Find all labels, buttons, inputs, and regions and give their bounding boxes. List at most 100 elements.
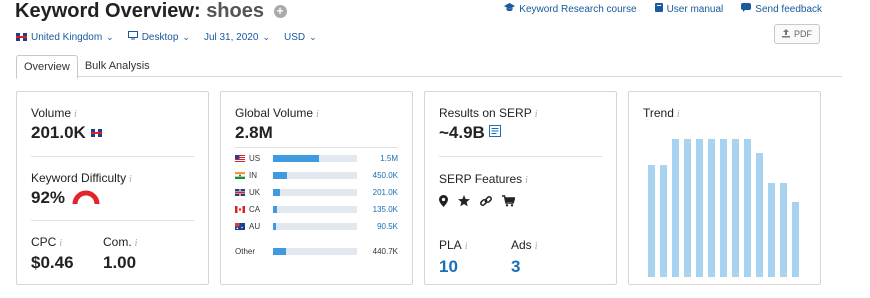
serp-snapshot-icon[interactable] — [488, 124, 501, 142]
star-icon[interactable] — [458, 195, 470, 207]
country-row-uk: UK 201.0K — [235, 187, 400, 197]
country-dropdown[interactable]: United Kingdom ⌄ — [16, 31, 114, 43]
country-volume: 450.0K — [372, 170, 398, 180]
trend-bar — [792, 202, 799, 277]
info-icon[interactable]: i — [129, 174, 132, 185]
info-icon[interactable]: i — [59, 238, 62, 249]
country-row-ca: CA 135.0K — [235, 204, 400, 214]
cart-icon[interactable] — [502, 195, 515, 207]
info-icon[interactable]: i — [135, 238, 138, 249]
volume-share-bar — [273, 247, 357, 255]
volume-share-fill — [273, 222, 277, 230]
device-value: Desktop — [141, 31, 179, 43]
cpc-label-row: CPC i — [31, 235, 62, 249]
cpc-value: $0.46 — [31, 253, 74, 272]
trend-bar — [756, 152, 763, 277]
info-icon[interactable]: i — [316, 109, 319, 120]
country-code: CA — [249, 204, 261, 214]
chevron-down-icon: ⌄ — [262, 31, 270, 42]
country-code: US — [249, 153, 261, 163]
uk-flag-icon — [16, 33, 27, 41]
cpc-label: CPC — [31, 235, 57, 249]
keyword-difficulty-label: Keyword Difficulty — [31, 171, 127, 185]
currency-dropdown[interactable]: USD ⌄ — [284, 31, 317, 43]
uk-flag-icon — [90, 129, 102, 137]
ads-label-row: Ads i — [511, 238, 537, 252]
map-pin-icon[interactable] — [439, 195, 448, 207]
device-dropdown[interactable]: Desktop ⌄ — [127, 31, 190, 43]
trend-bar — [696, 139, 703, 277]
keyword-research-course-link[interactable]: Keyword Research course — [504, 3, 637, 15]
info-icon[interactable]: i — [535, 241, 538, 252]
trend-bar — [744, 139, 751, 277]
competition-label: Com. — [103, 235, 132, 249]
canada-flag-icon — [235, 205, 245, 213]
trend-label: Trend — [643, 106, 674, 120]
country-row-us: US 1.5M — [235, 153, 400, 163]
title-prefix: Keyword Overview: — [15, 0, 201, 22]
kd-label-row: Keyword Difficulty i — [31, 171, 132, 185]
user-manual-link[interactable]: User manual — [654, 3, 723, 15]
global-volume-label: Global Volume — [235, 106, 314, 120]
pdf-export-button[interactable]: PDF — [774, 24, 820, 44]
keyword-research-course-label: Keyword Research course — [519, 3, 637, 15]
divider — [439, 156, 602, 157]
global-volume-card: Global Volume i 2.8M US 1.5M IN 450.0K UK… — [220, 91, 413, 285]
country-value: United Kingdom — [31, 31, 103, 43]
volume-value: 201.0K — [31, 123, 86, 142]
trend-bar — [708, 139, 715, 277]
send-feedback-link[interactable]: Send feedback — [741, 3, 822, 15]
header-links: Keyword Research course User manual Send… — [504, 3, 822, 15]
date-value: Jul 31, 2020 — [203, 31, 259, 43]
country-code: IN — [249, 170, 257, 180]
info-icon[interactable]: i — [74, 109, 77, 120]
other-label: Other — [235, 246, 256, 256]
graduation-cap-icon — [504, 3, 516, 15]
trend-label-row: Trend i — [643, 106, 680, 120]
tab-overview[interactable]: Overview — [16, 55, 78, 79]
trend-bar — [720, 139, 727, 277]
serp-features-label: SERP Features — [439, 172, 523, 186]
book-icon — [654, 3, 663, 15]
chat-bubble-icon — [741, 3, 752, 15]
desktop-icon — [127, 31, 138, 43]
global-volume-value: 2.8M — [235, 123, 273, 142]
ads-value[interactable]: 3 — [511, 257, 520, 277]
info-icon[interactable]: i — [677, 109, 680, 120]
divider — [31, 220, 194, 221]
info-icon[interactable]: i — [525, 175, 528, 186]
info-icon[interactable]: i — [535, 109, 538, 120]
volume-share-bar — [273, 154, 357, 162]
global-volume-label-row: Global Volume i — [235, 106, 319, 120]
country-row-other: Other 440.7K — [235, 246, 400, 256]
divider — [31, 156, 194, 157]
link-icon[interactable] — [480, 195, 492, 207]
australia-flag-icon — [235, 222, 245, 230]
pdf-label: PDF — [794, 29, 812, 39]
pla-value[interactable]: 10 — [439, 257, 458, 277]
add-keyword-icon[interactable]: + — [273, 5, 287, 18]
divider — [235, 147, 398, 148]
competition-value: 1.00 — [103, 253, 137, 272]
trend-chart — [648, 139, 808, 277]
info-icon[interactable]: i — [465, 241, 468, 252]
volume-label-row: Volume i — [31, 106, 77, 120]
india-flag-icon — [235, 171, 245, 179]
currency-value: USD — [283, 31, 306, 43]
pla-label-row: PLA i — [439, 238, 467, 252]
trend-bar — [732, 139, 739, 277]
country-code: AU — [249, 221, 261, 231]
trend-bar — [648, 165, 655, 277]
keyword-difficulty-value: 92% — [31, 188, 66, 207]
serp-features-label-row: SERP Features i — [439, 172, 528, 186]
volume-card: Volume i 201.0K Keyword Difficulty i 92% C… — [16, 91, 209, 285]
results-label-row: Results on SERP i — [439, 106, 538, 120]
volume-share-fill — [273, 188, 280, 196]
chevron-down-icon: ⌄ — [309, 31, 317, 42]
date-dropdown[interactable]: Jul 31, 2020 ⌄ — [204, 31, 270, 43]
trend-bar — [684, 139, 691, 277]
country-volume: 1.5M — [380, 153, 398, 163]
export-icon — [782, 28, 790, 40]
volume-share-bar — [273, 205, 357, 213]
country-volume: 201.0K — [372, 187, 398, 197]
